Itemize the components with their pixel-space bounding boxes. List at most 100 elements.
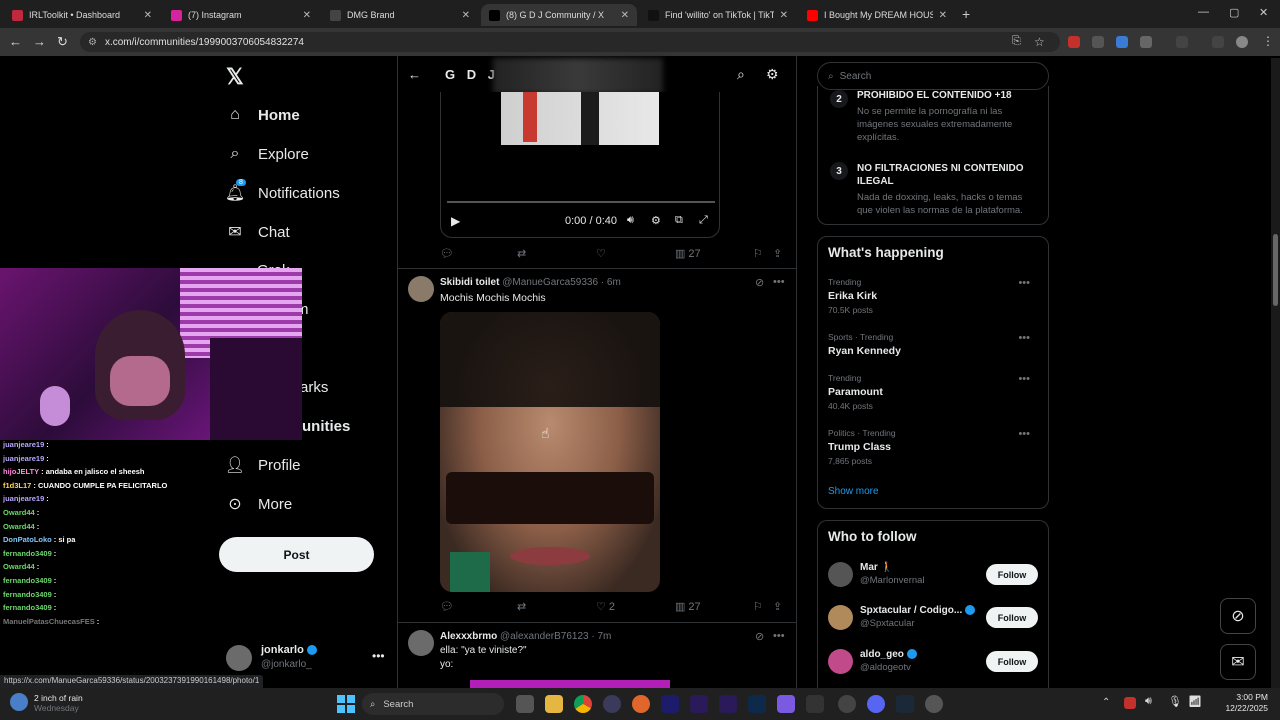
video-progress-bar[interactable] bbox=[447, 201, 715, 203]
back-icon[interactable]: ← bbox=[9, 34, 22, 49]
mic-icon[interactable]: 🎙︎ bbox=[1168, 695, 1182, 708]
more-dots-icon[interactable]: ••• bbox=[372, 649, 385, 663]
nav-profile[interactable]: 👤︎ Profile bbox=[225, 456, 301, 475]
volume-icon[interactable]: 🔊︎ bbox=[1145, 695, 1152, 708]
app-icon[interactable] bbox=[632, 695, 650, 713]
close-tab-icon[interactable]: ✕ bbox=[939, 10, 947, 21]
more-dots-icon[interactable]: ••• bbox=[1018, 332, 1030, 344]
page-scrollbar[interactable] bbox=[1271, 58, 1280, 688]
close-tab-icon[interactable]: ✕ bbox=[462, 10, 470, 21]
trend-item[interactable]: Sports · Trending Ryan Kennedy ••• bbox=[828, 332, 1040, 357]
browser-tab[interactable]: I Bought My DREAM HOUSE At ✕ bbox=[799, 4, 955, 26]
more-dots-icon[interactable]: ••• bbox=[1018, 277, 1030, 289]
chrome-icon[interactable] bbox=[574, 695, 592, 713]
close-window-icon[interactable]: ✕ bbox=[1259, 6, 1268, 19]
volume-icon[interactable]: 🔊︎ bbox=[627, 214, 634, 227]
views-stat[interactable]: ▥ 27 bbox=[675, 600, 701, 614]
weather-widget[interactable]: 2 inch of rain Wednesday bbox=[34, 693, 83, 713]
browser-tab[interactable]: (8) G D J Community / X ✕ bbox=[481, 4, 637, 26]
follow-button[interactable]: Follow bbox=[986, 607, 1038, 628]
follow-suggestion[interactable]: Mar 🚶 @Marlonvernal Follow bbox=[828, 560, 1042, 590]
nav-communities[interactable]: unities bbox=[302, 418, 350, 435]
browser-tab[interactable]: IRLToolkit • Dashboard ✕ bbox=[4, 4, 160, 26]
new-tab-button[interactable]: + bbox=[962, 6, 970, 22]
repost-icon[interactable]: ⇄ bbox=[517, 600, 526, 613]
nav-notifications[interactable]: 🔔︎ 8 Notifications bbox=[225, 179, 340, 202]
app-icon[interactable] bbox=[806, 695, 824, 713]
video-player[interactable]: ▶ 0:00 / 0:40 🔊︎ ⚙ ⧉ ⤢ bbox=[440, 92, 720, 238]
premiere-icon[interactable] bbox=[719, 695, 737, 713]
settings-icon[interactable] bbox=[925, 695, 943, 713]
nav-more[interactable]: ⊙ More bbox=[226, 495, 292, 514]
after-effects-icon[interactable] bbox=[690, 695, 708, 713]
browser-tab[interactable]: DMG Brand ✕ bbox=[322, 4, 478, 26]
adblock-extension-icon[interactable] bbox=[1068, 36, 1080, 48]
close-tab-icon[interactable]: ✕ bbox=[621, 10, 629, 21]
scrollbar-thumb[interactable] bbox=[1273, 234, 1278, 306]
bookmark-icon[interactable]: ⚐ bbox=[753, 600, 763, 613]
like-stat[interactable]: ♡ 2 bbox=[596, 600, 615, 614]
steam-icon[interactable] bbox=[896, 695, 914, 713]
like-icon[interactable]: ♡ bbox=[596, 247, 606, 260]
search-icon[interactable]: ⌕ bbox=[737, 66, 745, 83]
nav-explore[interactable]: ⌕ Explore bbox=[226, 145, 309, 163]
views-stat[interactable]: ▥ 27 bbox=[675, 247, 701, 261]
back-arrow-icon[interactable]: ← bbox=[408, 67, 421, 82]
maximize-icon[interactable]: ▢ bbox=[1229, 6, 1239, 19]
tray-app-icon[interactable] bbox=[1124, 697, 1136, 709]
nav-home[interactable]: ⌂ Home bbox=[226, 106, 300, 124]
close-tab-icon[interactable]: ✕ bbox=[303, 10, 311, 21]
sidebar-icon[interactable] bbox=[1176, 36, 1188, 48]
x-logo-icon[interactable]: 𝕏 bbox=[226, 64, 244, 90]
follow-suggestion[interactable]: aldo_geo @aldogeotv Follow bbox=[828, 647, 1042, 677]
reply-icon[interactable]: 💬︎ bbox=[440, 247, 454, 260]
reply-icon[interactable]: 💬︎ bbox=[440, 600, 454, 613]
trend-item[interactable]: Trending Erika Kirk 70.5K posts ••• bbox=[828, 277, 1040, 315]
media-encoder-icon[interactable] bbox=[661, 695, 679, 713]
menu-kebab-icon[interactable]: ⋮ bbox=[1262, 34, 1274, 48]
avatar[interactable] bbox=[408, 630, 434, 656]
show-more-link[interactable]: Show more bbox=[828, 486, 879, 497]
post-button[interactable]: Post bbox=[219, 537, 374, 572]
tray-chevron-icon[interactable]: ⌃ bbox=[1102, 697, 1110, 708]
browser-tab[interactable]: (7) Instagram ✕ bbox=[163, 4, 319, 26]
pip-icon[interactable]: ⧉ bbox=[675, 214, 683, 227]
app-icon[interactable] bbox=[603, 695, 621, 713]
more-dots-icon[interactable]: ••• bbox=[773, 630, 785, 642]
settings-icon[interactable]: ⚙ bbox=[651, 214, 661, 227]
share-icon[interactable]: ⇪ bbox=[773, 247, 782, 260]
forward-icon[interactable]: → bbox=[33, 34, 46, 49]
site-info-icon[interactable]: ⚙ bbox=[88, 37, 97, 48]
photoshop-icon[interactable] bbox=[748, 695, 766, 713]
follow-suggestion[interactable]: Spxtacular / Codigo... @Spxtacular Follo… bbox=[828, 603, 1042, 633]
gear-icon[interactable]: ⚙ bbox=[766, 66, 779, 83]
grok-icon[interactable]: ⊘ bbox=[755, 276, 764, 289]
profile-icon[interactable] bbox=[1236, 36, 1248, 48]
minimize-icon[interactable]: — bbox=[1198, 6, 1209, 18]
nav-bookmarks[interactable]: arks bbox=[300, 379, 328, 396]
avatar[interactable] bbox=[408, 276, 434, 302]
file-explorer-icon[interactable] bbox=[545, 695, 563, 713]
play-icon[interactable]: ▶ bbox=[451, 214, 460, 228]
more-dots-icon[interactable]: ••• bbox=[1018, 373, 1030, 385]
trend-item[interactable]: Politics · Trending Trump Class 7,865 post… bbox=[828, 428, 1040, 466]
address-bar[interactable]: ⚙ x.com/i/communities/199900370605483227… bbox=[80, 32, 1060, 52]
weather-icon[interactable] bbox=[10, 693, 28, 711]
media-icon[interactable] bbox=[1212, 36, 1224, 48]
more-dots-icon[interactable]: ••• bbox=[773, 276, 785, 288]
account-switcher[interactable]: jonkarlo @jonkarlo_ ••• bbox=[226, 643, 396, 673]
fullscreen-icon[interactable]: ⤢ bbox=[699, 214, 708, 227]
more-dots-icon[interactable]: ••• bbox=[1018, 428, 1030, 440]
bookmark-icon[interactable]: ⚐ bbox=[753, 247, 763, 260]
repost-icon[interactable]: ⇄ bbox=[517, 247, 526, 260]
taskbar-search[interactable]: ⌕ Search bbox=[362, 693, 504, 715]
tweet-media[interactable] bbox=[470, 680, 670, 688]
follow-button[interactable]: Follow bbox=[986, 651, 1038, 672]
task-view-icon[interactable] bbox=[516, 695, 534, 713]
close-tab-icon[interactable]: ✕ bbox=[780, 10, 788, 21]
grok-icon[interactable]: ⊘ bbox=[755, 630, 764, 643]
clock[interactable]: 3:00 PM 12/22/2025 bbox=[1224, 692, 1268, 714]
grok-icon[interactable]: ⊘ bbox=[1220, 598, 1256, 634]
trend-item[interactable]: Trending Paramount 40.4K posts ••• bbox=[828, 373, 1040, 411]
close-tab-icon[interactable]: ✕ bbox=[144, 10, 152, 21]
